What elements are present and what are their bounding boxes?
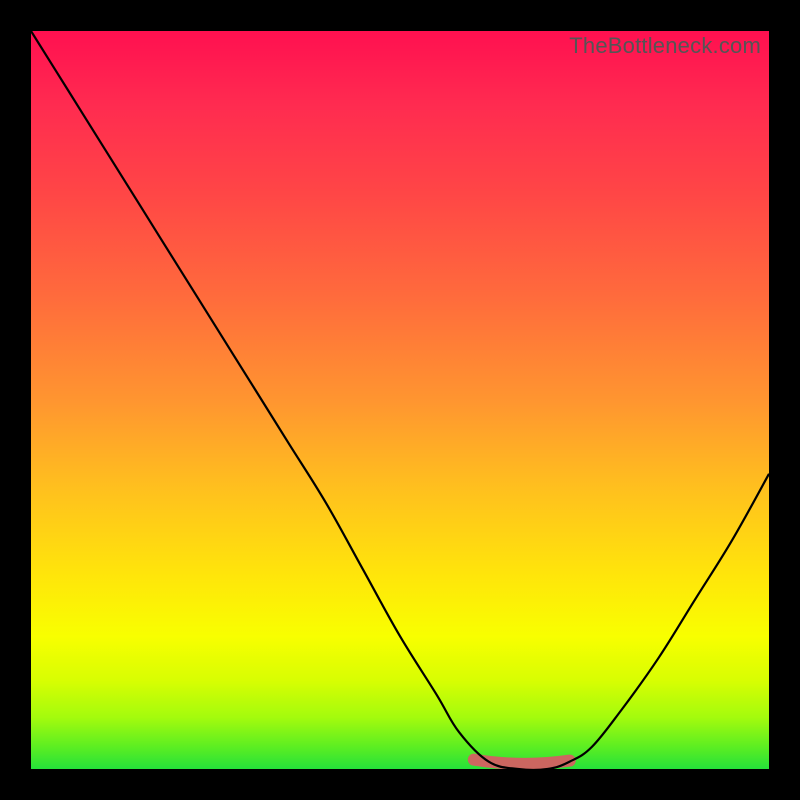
chart-frame: TheBottleneck.com [0, 0, 800, 800]
plot-area: TheBottleneck.com [31, 31, 769, 769]
bottleneck-curve [31, 31, 769, 769]
chart-svg [31, 31, 769, 769]
